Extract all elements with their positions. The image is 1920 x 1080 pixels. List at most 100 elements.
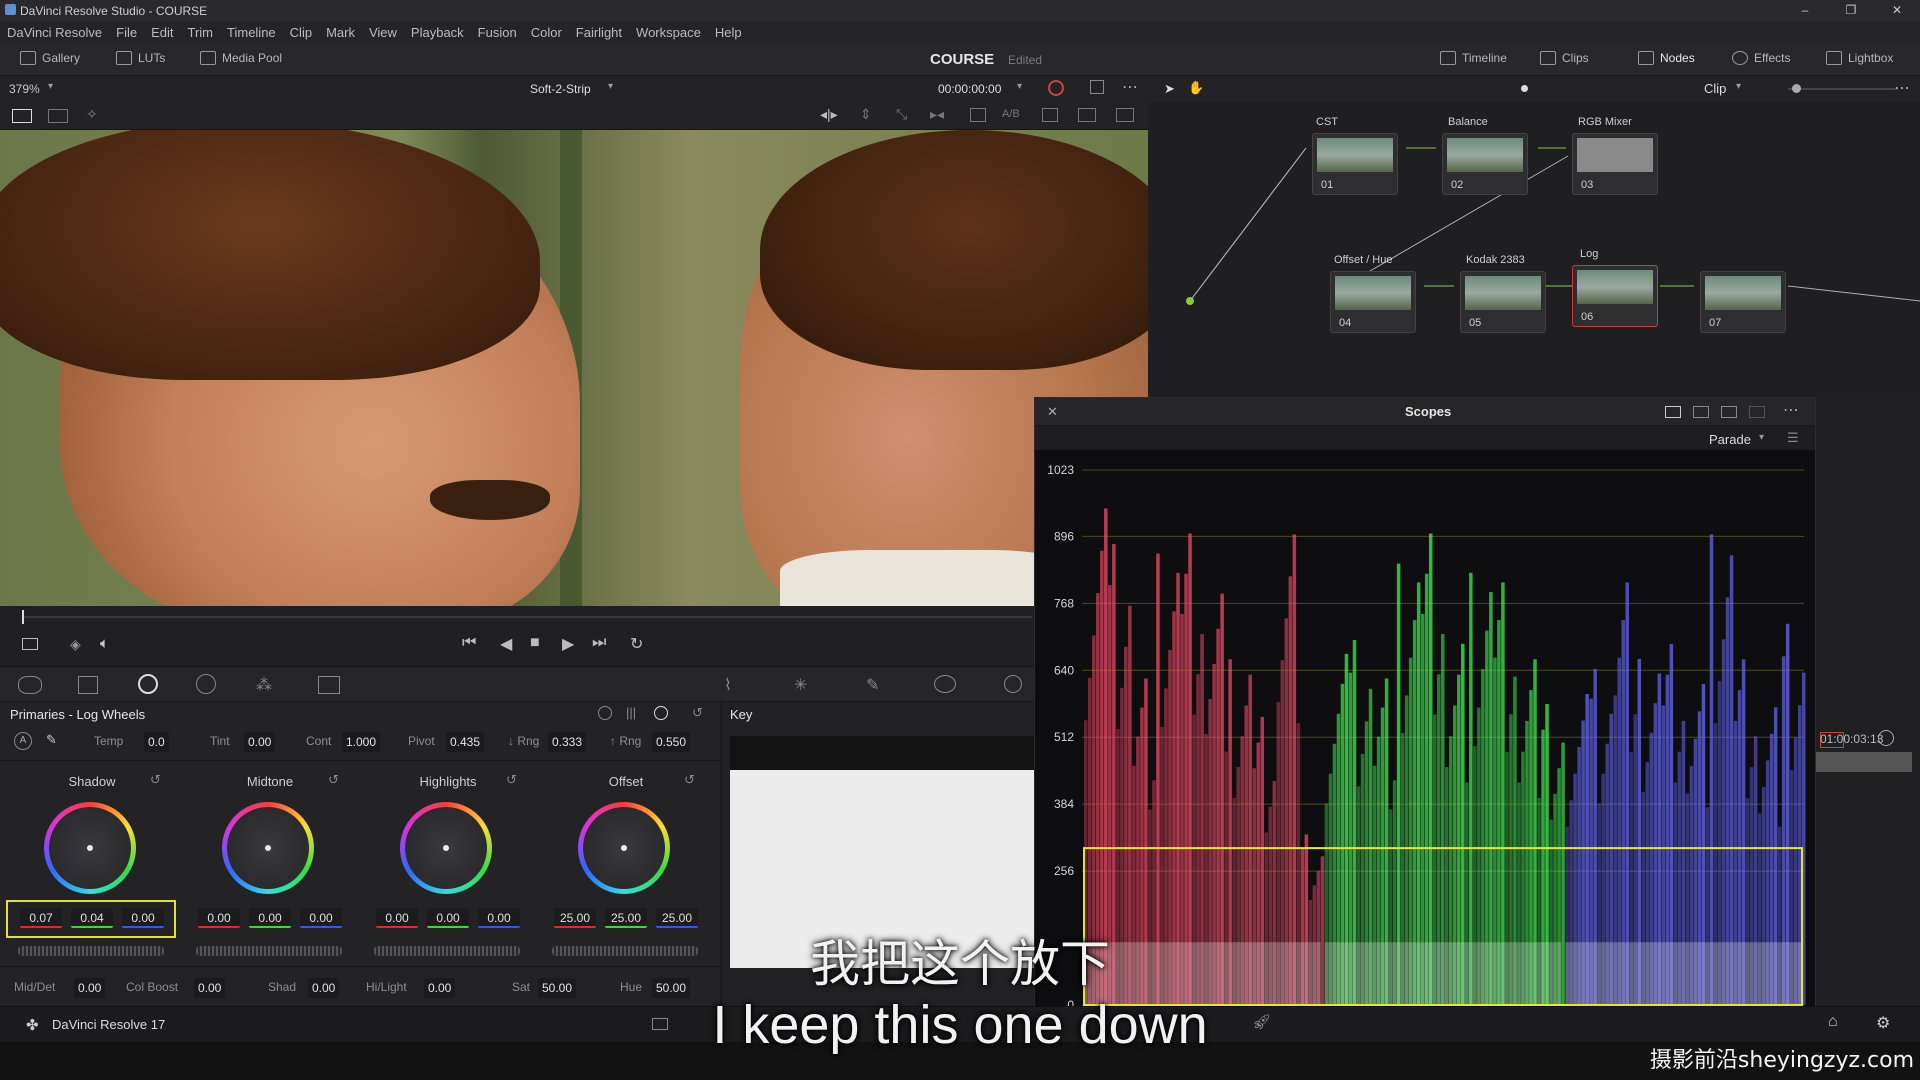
menu-fusion[interactable]: Fusion	[471, 25, 524, 40]
menu-file[interactable]: File	[109, 25, 144, 40]
temp-value[interactable]: 0.0	[144, 732, 169, 752]
primaries-bars-mode-icon[interactable]: |||	[626, 705, 636, 720]
quad-scope-icon[interactable]	[1721, 406, 1737, 418]
effects-button[interactable]: Effects	[1732, 51, 1790, 65]
volume-icon[interactable]: 🔈︎	[100, 635, 109, 652]
layers-icon[interactable]: ◈	[70, 636, 81, 653]
grid-view-icon[interactable]	[1116, 108, 1134, 122]
skip-back-icon[interactable]: ⏮	[462, 634, 476, 652]
hdr-wheels-icon[interactable]	[196, 674, 216, 694]
highlights-reset-icon[interactable]: ↺	[506, 772, 517, 788]
wipe-window-icon[interactable]	[1042, 108, 1058, 122]
midtone-reset-icon[interactable]: ↺	[328, 772, 339, 788]
shadow-wheel-handle[interactable]	[87, 845, 93, 851]
gallery-button[interactable]: Gallery	[20, 51, 80, 65]
play-icon[interactable]: ▶	[562, 634, 574, 654]
single-viewer-icon[interactable]	[12, 109, 32, 123]
single-scope-icon[interactable]	[1665, 406, 1681, 418]
primaries-bars-icon[interactable]	[598, 706, 612, 720]
wipe-mode-select[interactable]: Soft-2-Strip	[530, 82, 591, 96]
window-icon[interactable]	[934, 675, 956, 693]
shadow-wheel[interactable]	[44, 802, 136, 894]
scope-mode-select[interactable]: Parade	[1709, 432, 1751, 447]
menu-edit[interactable]: Edit	[144, 25, 180, 40]
wipe-vertical-icon[interactable]: ⇕	[860, 106, 872, 123]
menu-trim[interactable]: Trim	[181, 25, 221, 40]
pivot-value[interactable]: 0.435	[446, 732, 485, 752]
shadow-reset-icon[interactable]: ↺	[150, 772, 161, 788]
viewer-timecode[interactable]: 00:00:00:00	[938, 82, 1001, 96]
reverse-icon[interactable]: ◀	[500, 634, 512, 654]
highlights-wheel[interactable]	[400, 802, 492, 894]
viewer-frame[interactable]	[0, 130, 1148, 606]
playhead[interactable]	[22, 610, 24, 624]
viewer-scrubber[interactable]	[22, 616, 1032, 618]
node-editor[interactable]: ➤ ✋ Clip ▾ ⋯ CST 01 Balance 02 RGB Mixer…	[1148, 76, 1920, 396]
color-warper-icon[interactable]: ✳	[794, 675, 807, 695]
menu-timeline[interactable]: Timeline	[220, 25, 283, 40]
clips-button[interactable]: Clips	[1540, 51, 1589, 65]
wipe-box-icon[interactable]	[970, 108, 986, 122]
offset-wheel[interactable]	[578, 802, 670, 894]
stop-icon[interactable]: ■	[530, 634, 540, 652]
magic-wand-icon[interactable]: ✧	[86, 106, 98, 123]
dual-scope-icon[interactable]	[1693, 406, 1709, 418]
timeline-clip[interactable]	[1816, 752, 1912, 772]
node-02[interactable]: 02	[1442, 133, 1528, 195]
viewer-mode-icon[interactable]	[22, 638, 38, 650]
picker-icon[interactable]: ✎	[46, 732, 57, 748]
node-03[interactable]: 03	[1572, 133, 1658, 195]
wipe-horizontal-icon[interactable]: ◂|▸	[820, 106, 838, 123]
color-wheels-icon[interactable]	[138, 674, 158, 694]
scope-layout-icon[interactable]	[1749, 406, 1765, 418]
timeline-button[interactable]: Timeline	[1440, 51, 1507, 65]
midtone-wheel[interactable]	[222, 802, 314, 894]
scope-settings-icon[interactable]: ☰	[1787, 430, 1799, 446]
fullscreen-icon[interactable]	[1090, 80, 1104, 94]
menu-color[interactable]: Color	[524, 25, 569, 40]
more-options-icon[interactable]: ⋯	[1783, 400, 1799, 420]
menu-clip[interactable]: Clip	[283, 25, 319, 40]
media-pool-button[interactable]: Media Pool	[200, 51, 282, 65]
tracker-icon[interactable]	[1004, 675, 1022, 693]
log-wheels-icon[interactable]	[654, 706, 668, 720]
ab-toggle[interactable]: A/B	[1002, 108, 1020, 120]
menu-playback[interactable]: Playback	[404, 25, 471, 40]
camera-raw-icon[interactable]	[18, 676, 42, 694]
nodes-button[interactable]: Nodes	[1638, 51, 1695, 65]
node-07[interactable]: 07	[1700, 271, 1786, 333]
zoom-level[interactable]: 379%	[9, 82, 40, 96]
high-rng-value[interactable]: 0.550	[652, 732, 691, 752]
loop-icon[interactable]: ↻	[630, 634, 643, 654]
menu-mark[interactable]: Mark	[319, 25, 362, 40]
offset-wheel-handle[interactable]	[621, 845, 627, 851]
rgb-mixer-icon[interactable]: ⁂	[256, 675, 272, 695]
node-06[interactable]: 06	[1572, 265, 1658, 327]
menu-davinci[interactable]: DaVinci Resolve	[0, 25, 109, 40]
node-04[interactable]: 04	[1330, 271, 1416, 333]
menu-fairlight[interactable]: Fairlight	[569, 25, 629, 40]
menu-view[interactable]: View	[362, 25, 404, 40]
skip-forward-icon[interactable]: ⏭	[592, 634, 606, 652]
offset-reset-icon[interactable]: ↺	[684, 772, 695, 788]
midtone-wheel-handle[interactable]	[265, 845, 271, 851]
menu-workspace[interactable]: Workspace	[629, 25, 708, 40]
wipe-swap-icon[interactable]: ▸◂	[930, 106, 944, 123]
list-view-icon[interactable]	[1078, 108, 1096, 122]
minimize-button[interactable]: –	[1782, 0, 1828, 21]
wipe-diagonal-icon[interactable]: ⤡	[896, 106, 907, 123]
motion-effects-icon[interactable]	[318, 676, 340, 694]
curves-icon[interactable]: ⌇	[724, 675, 732, 695]
close-icon[interactable]: ✕	[1047, 404, 1058, 420]
low-rng-value[interactable]: 0.333	[548, 732, 587, 752]
more-options-icon[interactable]: ⋯	[1122, 77, 1138, 97]
node-01[interactable]: 01	[1312, 133, 1398, 195]
maximize-button[interactable]: ❐	[1828, 0, 1874, 21]
sync-icon[interactable]	[1048, 80, 1064, 96]
split-viewer-icon[interactable]	[48, 109, 68, 123]
luts-button[interactable]: LUTs	[116, 51, 165, 65]
cont-value[interactable]: 1.000	[342, 732, 381, 752]
qualifier-icon[interactable]: ✎	[866, 675, 879, 695]
node-05[interactable]: 05	[1460, 271, 1546, 333]
menu-help[interactable]: Help	[708, 25, 749, 40]
